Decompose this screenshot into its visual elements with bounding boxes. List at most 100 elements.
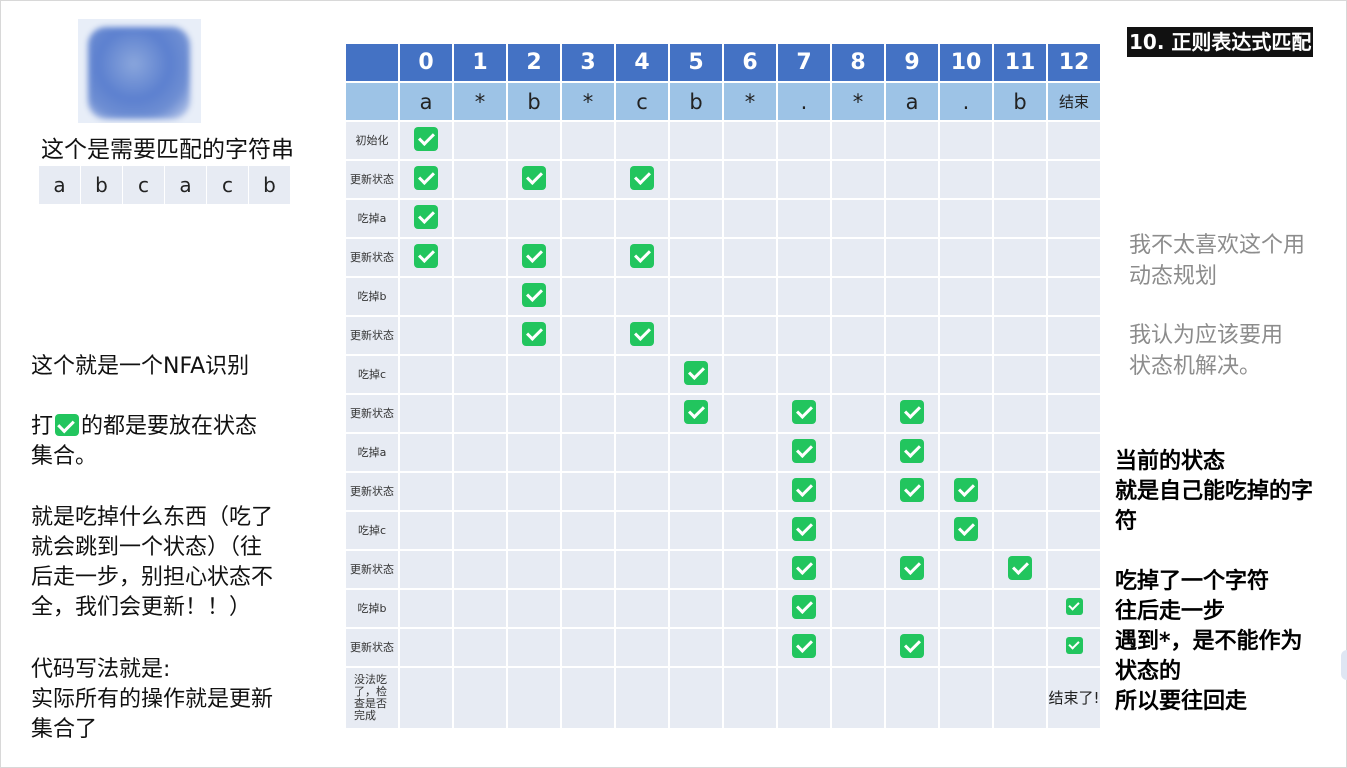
check-icon [1065, 598, 1083, 615]
check-icon [792, 555, 816, 580]
state-cell [884, 627, 940, 668]
state-cell [1046, 237, 1102, 278]
state-cell [992, 159, 1048, 200]
state-cell [614, 432, 670, 473]
row-label: 更新状态 [344, 237, 400, 278]
state-cell [776, 588, 832, 629]
state-cell [830, 432, 886, 473]
state-cell [1046, 354, 1102, 395]
state-cell [398, 315, 454, 356]
row-label: 更新状态 [344, 315, 400, 356]
state-cell [614, 120, 670, 161]
scroll-edge-handle[interactable] [1341, 650, 1347, 680]
state-cell [776, 159, 832, 200]
state-cell [1046, 159, 1102, 200]
state-cell [398, 198, 454, 239]
state-cell [1046, 471, 1102, 512]
state-cell [776, 393, 832, 434]
state-cell [560, 276, 616, 317]
state-cell [452, 354, 508, 395]
state-cell [938, 159, 994, 200]
state-row: 更新状态 [344, 159, 1102, 200]
state-cell [614, 159, 670, 200]
row-label: 更新状态 [344, 393, 400, 434]
check-icon [954, 477, 978, 502]
check-icon [792, 633, 816, 658]
state-cell [452, 510, 508, 551]
state-cell [722, 432, 778, 473]
state-cell [452, 471, 508, 512]
target-string-label: 这个是需要匹配的字符串 [41, 137, 294, 163]
header-index: 0 [398, 42, 454, 83]
state-row: 没法吃了，检查是否完成 结束了! [344, 666, 1102, 730]
state-cell [1046, 432, 1102, 473]
state-cell [722, 315, 778, 356]
header-pattern-char: * [722, 81, 778, 122]
state-cell [506, 198, 562, 239]
state-cell [776, 432, 832, 473]
check-icon [414, 243, 438, 268]
state-cell [452, 198, 508, 239]
header-pattern-char: . [776, 81, 832, 122]
state-cell [830, 159, 886, 200]
state-cell [884, 315, 940, 356]
state-cell [776, 510, 832, 551]
header-corner [344, 81, 400, 122]
state-cell [884, 237, 940, 278]
state-cell [722, 666, 778, 730]
check-icon [792, 516, 816, 541]
opinion-line: 我认为应该要用 [1129, 323, 1284, 348]
check-icon [414, 165, 438, 190]
state-cell [668, 315, 724, 356]
state-cell [1046, 588, 1102, 629]
note-code: 代码写法就是: 实际所有的操作就是更新 集合了 [31, 655, 321, 745]
target-char: a [165, 166, 206, 204]
check-icon [522, 165, 546, 190]
check-icon [1065, 637, 1083, 654]
state-cell [452, 276, 508, 317]
check-icon [792, 594, 816, 619]
state-cell [830, 120, 886, 161]
state-cell [560, 510, 616, 551]
header-index: 9 [884, 42, 940, 83]
target-char: b [249, 166, 290, 204]
opinion-line: 状态机解决。 [1129, 354, 1262, 379]
opinion-fsm: 我认为应该要用 状态机解决。 [1129, 320, 1344, 382]
state-cell [1046, 510, 1102, 551]
state-cell [992, 627, 1048, 668]
state-cell [722, 549, 778, 590]
state-cell [560, 198, 616, 239]
header-index: 2 [506, 42, 562, 83]
state-cell [560, 549, 616, 590]
state-cell [992, 354, 1048, 395]
state-cell [1046, 393, 1102, 434]
note-check-line2: 集合。 [31, 444, 98, 469]
state-cell [452, 159, 508, 200]
state-cell [1046, 315, 1102, 356]
state-cell [722, 393, 778, 434]
state-cell [992, 120, 1048, 161]
state-row: 吃掉a [344, 198, 1102, 239]
state-cell [992, 549, 1048, 590]
header-pattern-char: . [938, 81, 994, 122]
row-label: 吃掉a [344, 432, 400, 473]
state-cell [776, 120, 832, 161]
state-cell [992, 237, 1048, 278]
state-cell [452, 666, 508, 730]
check-icon [954, 516, 978, 541]
target-char: c [207, 166, 248, 204]
explain-line: 当前的状态 [1115, 449, 1226, 474]
state-cell [668, 393, 724, 434]
state-cell [830, 276, 886, 317]
state-cell [884, 276, 940, 317]
row-label: 更新状态 [344, 549, 400, 590]
state-cell [992, 276, 1048, 317]
target-char: a [39, 166, 80, 204]
state-row: 更新状态 [344, 315, 1102, 356]
note-code-line: 代码写法就是: [31, 657, 171, 682]
state-cell [506, 432, 562, 473]
explain-line: 状态的 [1115, 659, 1182, 684]
check-icon [630, 165, 654, 190]
row-label: 没法吃了，检查是否完成 [344, 666, 400, 730]
state-cell [398, 237, 454, 278]
